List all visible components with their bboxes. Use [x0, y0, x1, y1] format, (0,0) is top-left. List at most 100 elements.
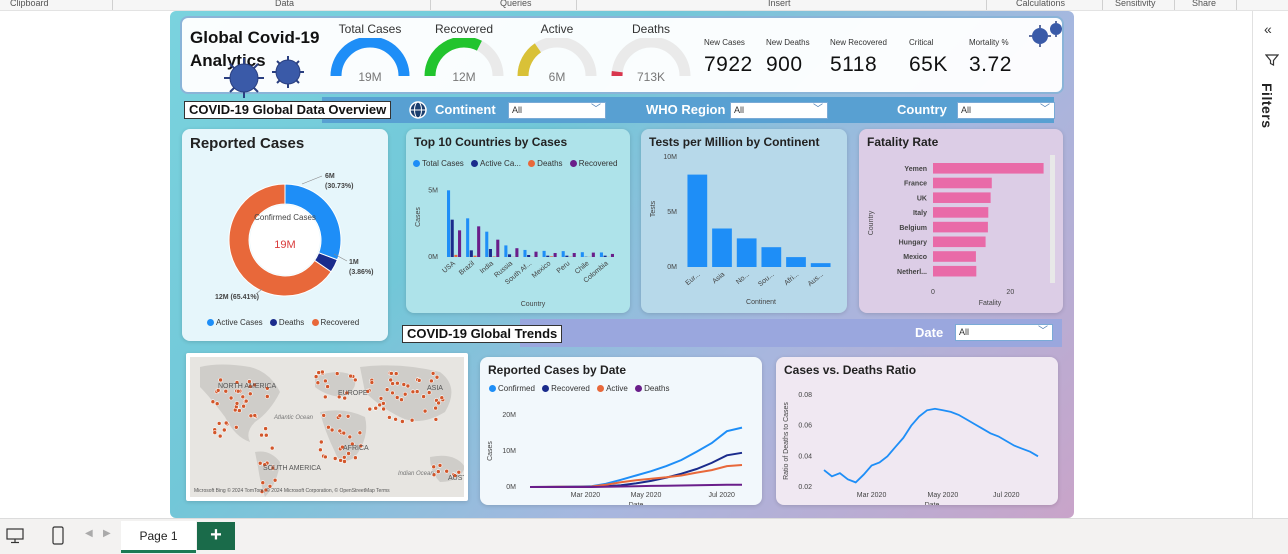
filters-pane[interactable]: « Filters: [1252, 11, 1288, 518]
ribbon-group-data[interactable]: Data: [275, 0, 294, 8]
ratio-line: [823, 407, 1039, 484]
case-marker: [259, 432, 264, 438]
fatality-rate-card[interactable]: Fatality Rate Yemen France UK Italy Belgium H…: [859, 129, 1063, 313]
ribbon-group-share[interactable]: Share: [1192, 0, 1216, 8]
bar: [810, 263, 831, 267]
kpi-critical[interactable]: Critical 65K: [909, 38, 948, 77]
case-marker: [431, 464, 436, 470]
x-tick-label: India: [479, 260, 495, 275]
case-marker: [218, 377, 223, 383]
reported-cases-card[interactable]: Reported Cases Confirmed Cases 19M 6M (3…: [182, 129, 388, 341]
slicer-who-region-dropdown[interactable]: All ﹀: [730, 102, 828, 119]
case-marker: [240, 394, 246, 400]
case-marker: [357, 430, 363, 436]
x-tick-label: Mar 2020: [857, 492, 887, 499]
ribbon-group-clipboard[interactable]: Clipboard: [10, 0, 49, 8]
cases-deaths-ratio-card[interactable]: Cases vs. Deaths Ratio 0.02 0.04 0.06 0.08 M…: [776, 357, 1058, 505]
bar: [761, 247, 782, 267]
kpi-value: 7922: [704, 53, 753, 76]
gauge-deaths[interactable]: Deaths 713K: [609, 22, 693, 84]
trends-section-title: COVID-19 Global Trends: [402, 325, 563, 343]
x-tick-label: Jul 2020: [993, 492, 1020, 499]
bar: [466, 218, 470, 257]
gauge-total-cases[interactable]: Total Cases 19M: [328, 22, 412, 84]
case-marker: [384, 387, 390, 392]
kpi-new-recovered[interactable]: New Recovered 5118: [830, 38, 887, 77]
kpi-new-cases[interactable]: New Cases 7922: [704, 38, 753, 77]
bar: [473, 255, 477, 257]
kpi-value: 65K: [909, 53, 948, 76]
y-axis-title: Tests: [650, 200, 657, 217]
bar: [492, 256, 496, 257]
slicer-country-dropdown[interactable]: All ﹀: [957, 102, 1055, 119]
map-label-aust: AUST: [448, 475, 467, 482]
date-slicer-label: Date: [915, 325, 944, 340]
case-marker: [315, 380, 321, 386]
kpi-mortality[interactable]: Mortality % 3.72: [969, 38, 1012, 77]
x-tick-label: Peru: [556, 260, 572, 275]
case-marker: [320, 369, 325, 375]
ribbon-group-queries[interactable]: Queries: [500, 0, 532, 8]
slicer-continent-dropdown[interactable]: All ﹀: [508, 102, 606, 119]
bar: [488, 249, 492, 257]
bar: [496, 239, 500, 257]
reported-by-date-card[interactable]: Reported Cases by Date Confirmed Recover…: [480, 357, 762, 505]
report-page: Global Covid-19 Analytics Total Cases 19…: [170, 11, 1074, 518]
case-marker: [325, 384, 330, 389]
gauge-value: 12M: [452, 70, 476, 84]
x-tick-label: Afri...: [783, 271, 800, 287]
ribbon-group-insert[interactable]: Insert: [768, 0, 791, 8]
header-card: Global Covid-19 Analytics Total Cases 19…: [180, 16, 1064, 98]
mobile-view-icon[interactable]: [52, 526, 64, 546]
desktop-view-icon[interactable]: [6, 528, 24, 544]
kpi-new-deaths[interactable]: New Deaths 900: [766, 38, 810, 77]
case-marker: [269, 445, 275, 451]
collapse-chevron-icon[interactable]: «: [1264, 21, 1272, 37]
bar: [515, 248, 519, 257]
chevron-down-icon: ﹀: [1040, 104, 1050, 115]
bar: [933, 221, 988, 233]
gauge-recovered[interactable]: Recovered 12M: [422, 22, 506, 84]
case-marker: [348, 373, 353, 379]
chevron-down-icon: ﹀: [1038, 326, 1048, 337]
case-marker: [436, 400, 441, 406]
ribbon-group-sensitivity[interactable]: Sensitivity: [1115, 0, 1156, 8]
slicer-continent-label: Continent: [435, 102, 496, 117]
case-marker: [212, 430, 218, 435]
tests-per-million-card[interactable]: Tests per Million by Continent 0M 5M 10M Eu…: [641, 129, 847, 313]
case-marker: [394, 395, 400, 400]
case-marker: [388, 377, 393, 383]
case-marker: [323, 454, 328, 460]
fatality-scrollbar[interactable]: [1050, 155, 1055, 283]
case-marker: [264, 432, 269, 438]
top10-countries-card[interactable]: Top 10 Countries by Cases Total Cases Ac…: [406, 129, 630, 313]
map-credit[interactable]: Microsoft Bing © 2024 TomTom, © 2024 Mic…: [194, 487, 390, 494]
x-axis-title: Continent: [746, 299, 776, 306]
case-marker: [444, 468, 450, 474]
date-slicer-dropdown[interactable]: All ﹀: [955, 324, 1053, 341]
case-marker: [429, 378, 434, 384]
gauge-active[interactable]: Active 6M: [515, 22, 599, 84]
bar: [933, 251, 976, 262]
globe-icon: [409, 101, 427, 119]
bar: [561, 251, 565, 257]
next-page-icon[interactable]: ▶: [103, 528, 111, 539]
map-visual[interactable]: NORTH AMERICA EUROPE ASIA Atlantic Ocean…: [186, 353, 468, 501]
ribbon-group-calculations[interactable]: Calculations: [1016, 0, 1065, 8]
prev-page-icon[interactable]: ◀: [85, 528, 93, 539]
case-marker: [260, 480, 266, 485]
x-tick-label: Mexico: [531, 260, 553, 280]
donut-label-active: 6M: [325, 173, 335, 180]
add-page-button[interactable]: +: [197, 522, 235, 550]
bar: [933, 192, 991, 203]
map-label-south-america: SOUTH AMERICA: [263, 465, 321, 472]
kpi-value: 900: [766, 53, 803, 76]
y-axis-title: Country: [868, 210, 875, 235]
page-tab-1[interactable]: Page 1: [121, 521, 196, 553]
case-marker: [439, 395, 445, 401]
bar: [610, 253, 614, 257]
case-marker: [243, 398, 249, 404]
y-tick-label: Hungary: [899, 240, 928, 247]
case-marker: [377, 402, 382, 408]
case-marker: [346, 451, 351, 456]
